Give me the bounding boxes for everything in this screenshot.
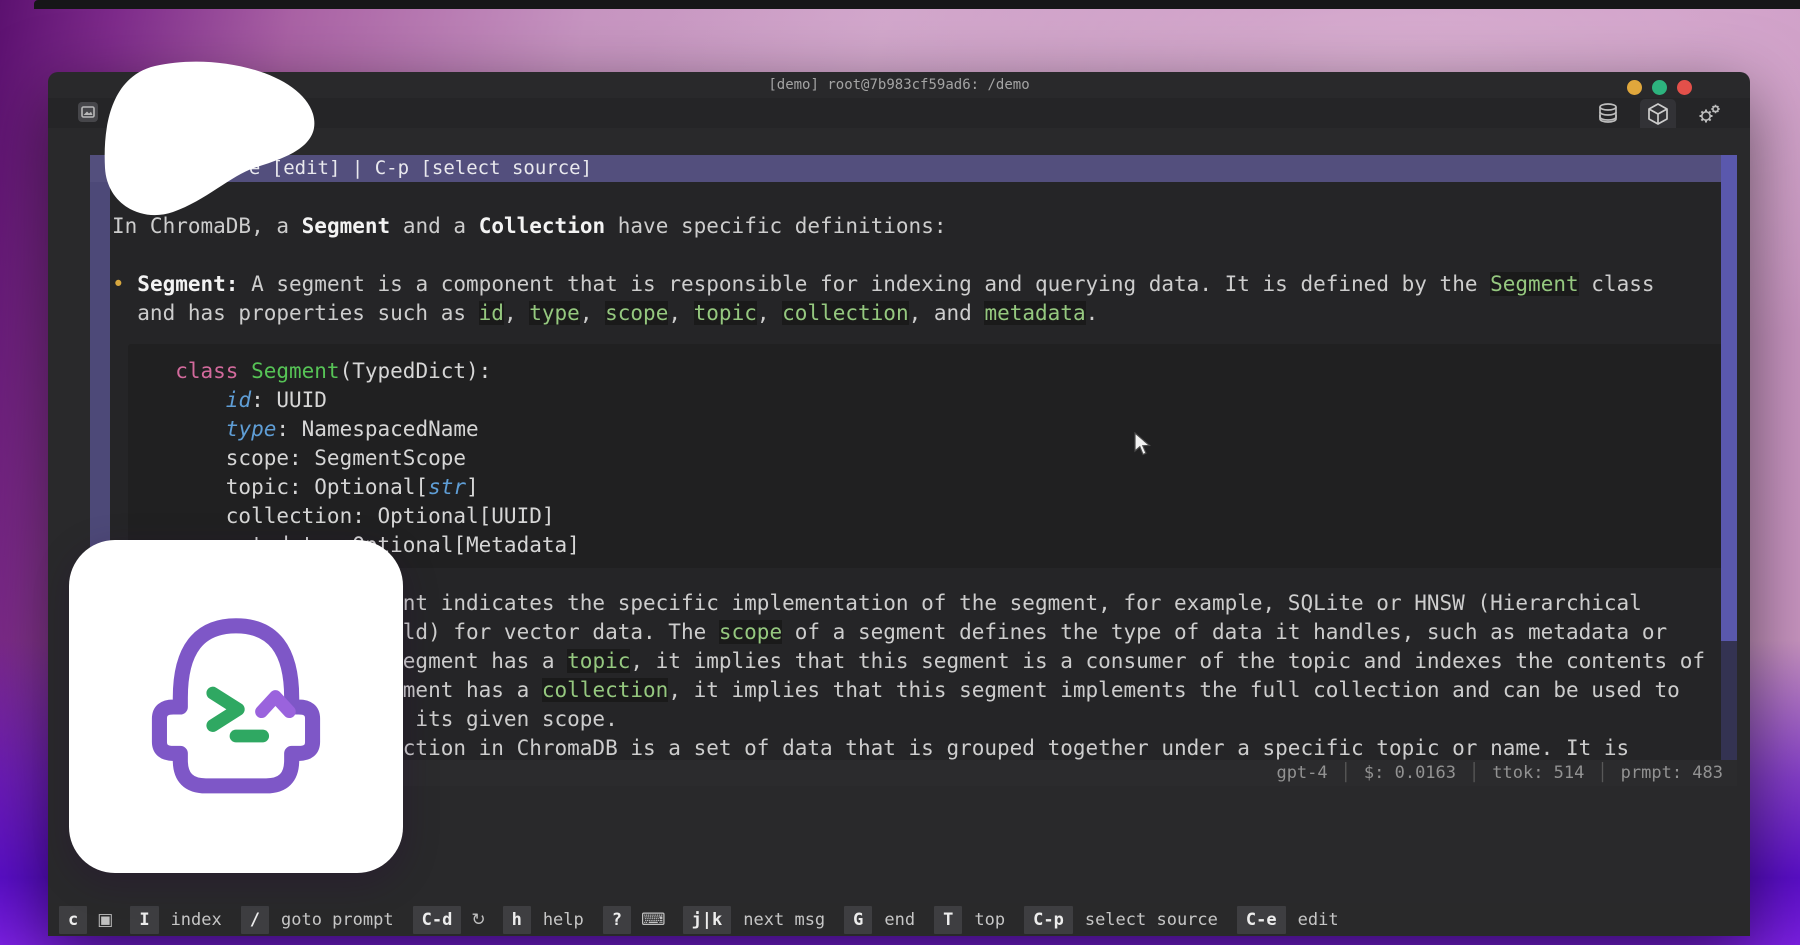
message-line: and has properties such as id, type, sco…	[112, 299, 1737, 328]
footer-key[interactable]: T	[934, 906, 962, 934]
footer-key[interactable]: C-d	[413, 906, 462, 934]
text-segment: , and	[909, 301, 985, 325]
text-segment: metadata	[984, 301, 1085, 325]
footer-key[interactable]: G	[844, 906, 872, 934]
status-item: ttok: 514	[1492, 763, 1584, 783]
message-line: id: UUID	[112, 386, 1737, 415]
background-window-edge	[34, 0, 1800, 9]
text-segment: Segment	[251, 359, 340, 383]
message-line	[112, 241, 1737, 270]
text-segment: id	[479, 301, 504, 325]
scrollbar-track[interactable]	[1721, 155, 1737, 760]
text-segment: collection	[782, 301, 908, 325]
close-button[interactable]	[1677, 80, 1692, 95]
status-item: prmpt: 483	[1621, 763, 1723, 783]
status-separator: │	[1456, 763, 1492, 783]
text-segment: ,	[668, 301, 693, 325]
footer-key[interactable]: h	[503, 906, 531, 934]
text-segment: ,	[504, 301, 529, 325]
message-line: type: NamespacedName	[112, 415, 1737, 444]
text-segment: type	[529, 301, 580, 325]
text-segment: scope	[719, 620, 782, 644]
traffic-lights	[1627, 80, 1692, 95]
text-segment: class	[1579, 272, 1655, 296]
message-line: • Segment: A segment is a component that…	[112, 270, 1737, 299]
text-segment: topic: Optional[	[112, 475, 428, 499]
status-separator: │	[1328, 763, 1364, 783]
terminal-robot-icon	[120, 591, 352, 823]
text-segment: class	[175, 359, 251, 383]
message-line: collection: Optional[UUID]	[112, 502, 1737, 531]
text-segment: : NamespacedName	[276, 417, 478, 441]
message-line: In ChromaDB, a Segment and a Collection …	[112, 212, 1737, 241]
text-segment: •	[112, 272, 137, 296]
text-segment: ]	[466, 475, 479, 499]
message-line: class Segment(TypedDict):	[112, 357, 1737, 386]
text-segment: and a	[390, 214, 479, 238]
refresh-icon[interactable]: ↻	[461, 906, 493, 934]
message-header-bar: C-e [edit] | C-p [select source]	[90, 155, 1737, 182]
message-line: scope: SegmentScope	[112, 444, 1737, 473]
text-segment: Collection	[479, 214, 605, 238]
text-segment: of a segment defines the type of data it…	[782, 620, 1667, 644]
text-segment	[112, 359, 175, 383]
footer-key[interactable]: C-p	[1024, 906, 1073, 934]
status-item: $: 0.0163	[1364, 763, 1456, 783]
footer-key[interactable]: c	[59, 906, 87, 934]
text-segment: and has properties such as	[112, 301, 479, 325]
footer-label[interactable]: edit	[1286, 906, 1349, 934]
zoom-button[interactable]	[1652, 80, 1667, 95]
footer-label[interactable]: top	[962, 906, 1015, 934]
text-segment	[112, 388, 226, 412]
footer-label[interactable]: select source	[1073, 906, 1228, 934]
scrollbar-thumb[interactable]	[1721, 155, 1737, 641]
text-segment: topic	[567, 649, 630, 673]
desktop: [demo] root@7b983cf59ad6: /demo	[0, 0, 1800, 945]
text-segment: : UUID	[251, 388, 327, 412]
keyboard-icon[interactable]: ⌨	[631, 906, 674, 934]
footer-key[interactable]: j|k	[683, 906, 732, 934]
text-segment: ,	[757, 301, 782, 325]
text-segment: type	[226, 417, 277, 441]
terminal-window-icon[interactable]: ▣	[87, 906, 121, 934]
text-segment: Segment	[1490, 272, 1579, 296]
text-segment: str	[428, 475, 466, 499]
text-segment: , it implies that this segment implement…	[668, 678, 1679, 702]
text-segment: A segment is a component that is respons…	[238, 272, 1490, 296]
footer-label[interactable]: index	[159, 906, 232, 934]
minimize-button[interactable]	[1627, 80, 1642, 95]
robot-logo-card	[69, 540, 403, 873]
white-blob-overlay	[95, 56, 335, 230]
text-segment: id	[226, 388, 251, 412]
footer-label[interactable]: help	[531, 906, 594, 934]
text-segment: collection	[542, 678, 668, 702]
status-separator: │	[1584, 763, 1620, 783]
text-segment: , it implies that this segment is a cons…	[630, 649, 1705, 673]
footer-key[interactable]: ?	[603, 906, 631, 934]
footer-label[interactable]: end	[872, 906, 925, 934]
footer-label[interactable]: next msg	[731, 906, 835, 934]
footer-key[interactable]: I	[130, 906, 158, 934]
text-segment: topic	[694, 301, 757, 325]
text-segment: collection: Optional[UUID]	[112, 504, 555, 528]
message-line	[112, 328, 1737, 357]
text-segment: scope: SegmentScope	[112, 446, 466, 470]
text-segment: Segment:	[137, 272, 238, 296]
text-segment: have specific definitions:	[605, 214, 946, 238]
keybinding-footer: c▣ Iindex /goto prompt C-d↻ hhelp?⌨ j|knext m…	[48, 903, 1750, 936]
text-segment	[112, 417, 226, 441]
text-segment: .	[1086, 301, 1099, 325]
footer-key[interactable]: C-e	[1237, 906, 1286, 934]
text-segment: (TypedDict):	[340, 359, 492, 383]
mouse-cursor	[1133, 432, 1155, 462]
status-item: gpt-4	[1276, 763, 1327, 783]
footer-label[interactable]: goto prompt	[269, 906, 404, 934]
footer-key[interactable]: /	[241, 906, 269, 934]
text-segment: ,	[580, 301, 605, 325]
text-segment: scope	[605, 301, 668, 325]
message-line: topic: Optional[str]	[112, 473, 1737, 502]
